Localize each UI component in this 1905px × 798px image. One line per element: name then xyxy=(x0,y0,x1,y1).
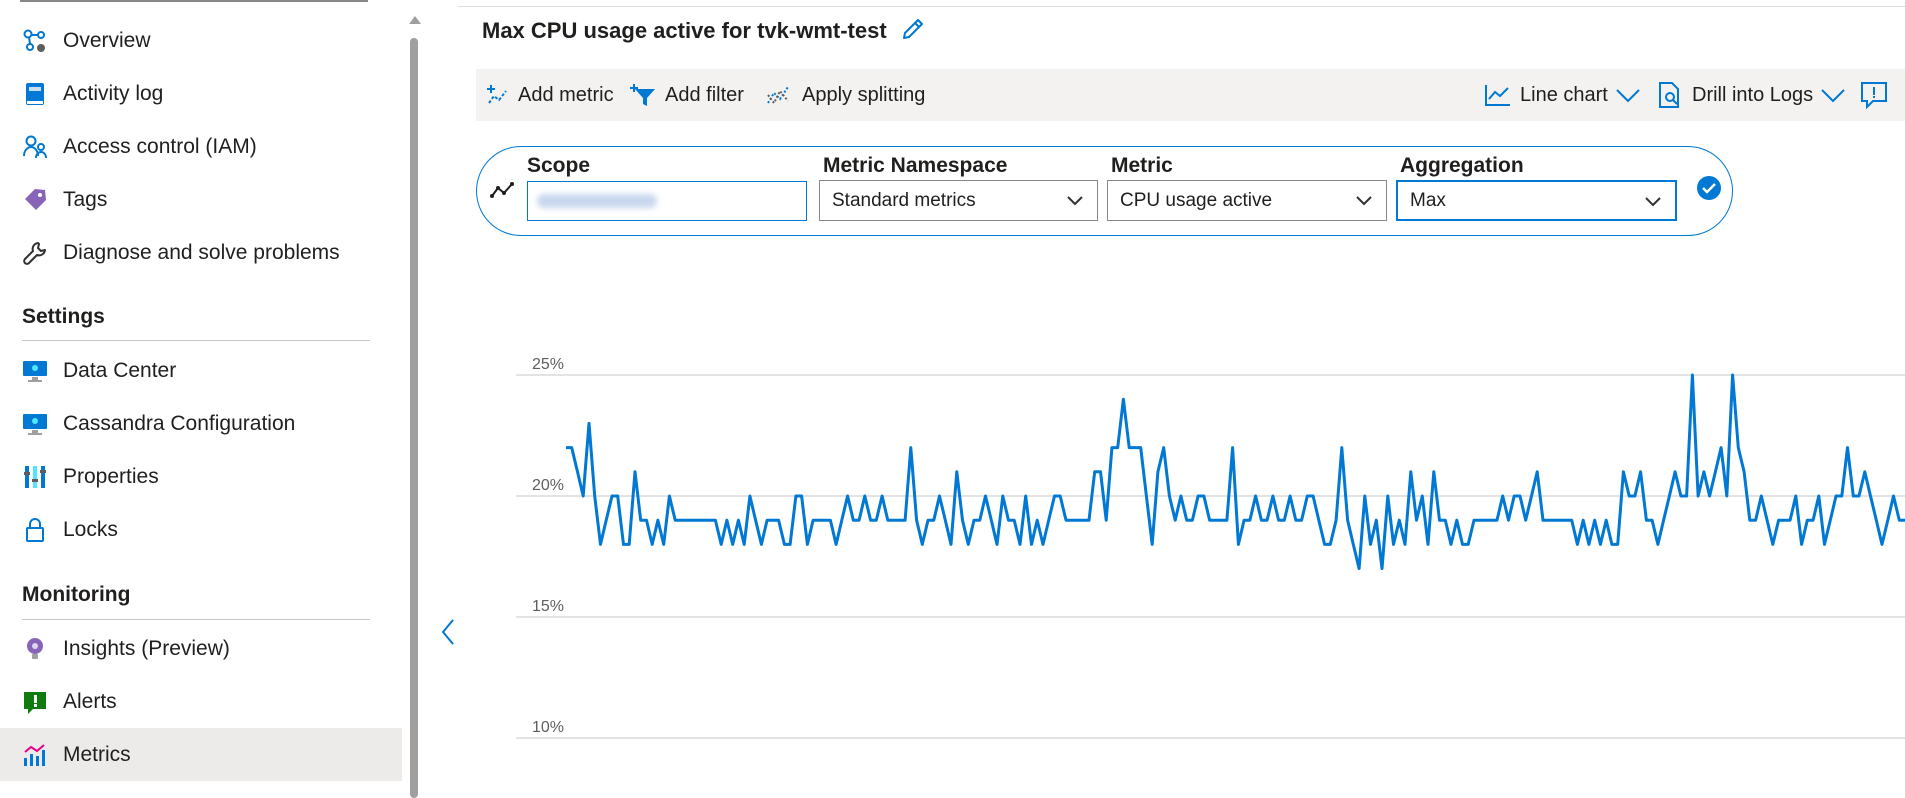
nav-item-label: Metrics xyxy=(63,742,131,766)
drill-into-logs-dropdown[interactable]: Drill into Logs xyxy=(1656,69,1847,121)
nav-item-data-center[interactable]: Data Center xyxy=(0,344,402,397)
nav-item-label: Alerts xyxy=(63,689,117,713)
feedback-icon xyxy=(1861,82,1887,110)
nav-item-properties[interactable]: Properties xyxy=(0,450,402,503)
nav-item-diagnose[interactable]: Diagnose and solve problems xyxy=(0,226,402,279)
y-tick-label: 10% xyxy=(532,719,564,736)
chevron-left-icon xyxy=(441,619,454,645)
aggregation-value: Max xyxy=(1410,189,1446,211)
collapse-sidebar-button[interactable] xyxy=(436,614,462,650)
aggregation-label: Aggregation xyxy=(1400,154,1524,177)
activity-log-icon xyxy=(22,81,48,107)
chevron-down-icon xyxy=(1356,196,1372,206)
main-top-divider xyxy=(458,6,1905,7)
add-metric-icon xyxy=(487,85,507,104)
metrics-icon xyxy=(22,742,48,768)
apply-splitting-button[interactable]: Apply splitting xyxy=(766,69,925,121)
nav-item-metrics[interactable]: Metrics xyxy=(0,728,402,781)
nav-item-overview[interactable]: Overview xyxy=(0,14,402,67)
resource-menu: Overview Activity log Access control (IA… xyxy=(0,0,410,792)
chart-title: Max CPU usage active for tvk-wmt-test xyxy=(482,18,887,43)
nav-item-label: Activity log xyxy=(63,81,164,105)
line-chart-icon xyxy=(1485,85,1510,106)
settings-section-title: Settings xyxy=(22,305,105,328)
metric-label: Metric xyxy=(1111,154,1173,177)
nav-item-label: Diagnose and solve problems xyxy=(63,240,340,264)
apply-splitting-label: Apply splitting xyxy=(802,83,926,106)
metric-namespace-label: Metric Namespace xyxy=(823,154,1008,177)
settings-divider xyxy=(22,340,370,341)
nav-item-cassandra-configuration[interactable]: Cassandra Configuration xyxy=(0,397,402,450)
scroll-thumb[interactable] xyxy=(410,38,418,798)
nav-item-activity-log[interactable]: Activity log xyxy=(0,67,402,120)
nav-item-label: Properties xyxy=(63,464,159,488)
chevron-down-icon xyxy=(1821,89,1845,103)
chart-toolbar: Add metric Add filter Apply splitting Li… xyxy=(476,69,1905,121)
series-line[interactable] xyxy=(566,373,1905,571)
scroll-up-arrow-icon[interactable] xyxy=(409,16,421,24)
add-metric-button[interactable]: Add metric xyxy=(486,69,614,121)
metric-namespace-dropdown[interactable]: Standard metrics xyxy=(819,180,1098,221)
nav-item-label: Tags xyxy=(63,187,108,211)
chevron-down-icon xyxy=(1067,196,1083,206)
metric-dropdown[interactable]: CPU usage active xyxy=(1107,180,1387,221)
metric-value: CPU usage active xyxy=(1120,189,1273,211)
add-metric-label: Add metric xyxy=(518,83,614,106)
add-filter-button[interactable]: Add filter xyxy=(629,69,744,121)
overview-icon xyxy=(22,28,48,54)
nav-item-locks[interactable]: Locks xyxy=(0,503,402,556)
confirm-metric-button[interactable] xyxy=(1697,176,1721,200)
lightbulb-icon xyxy=(22,636,48,662)
nav-item-insights[interactable]: Insights (Preview) xyxy=(0,622,402,675)
checkmark-icon xyxy=(1702,183,1716,194)
metric-namespace-value: Standard metrics xyxy=(832,189,976,211)
y-tick-label: 15% xyxy=(532,598,564,615)
chevron-down-icon xyxy=(1645,197,1661,207)
edit-title-icon[interactable] xyxy=(898,14,928,44)
nav-item-alerts[interactable]: Alerts xyxy=(0,675,402,728)
monitor-icon xyxy=(22,358,48,384)
sidebar-scrollbar[interactable] xyxy=(408,0,421,798)
add-filter-label: Add filter xyxy=(665,83,744,106)
nav-item-label: Cassandra Configuration xyxy=(63,411,296,435)
access-control-icon xyxy=(22,134,48,160)
aggregation-dropdown[interactable]: Max xyxy=(1396,180,1677,221)
alert-icon xyxy=(22,689,48,715)
logs-icon xyxy=(1659,82,1679,108)
properties-icon xyxy=(22,464,48,490)
tag-icon xyxy=(22,187,48,213)
nav-item-label: Access control (IAM) xyxy=(63,134,257,158)
monitoring-section-title: Monitoring xyxy=(22,583,131,606)
line-chart-label: Line chart xyxy=(1520,83,1608,106)
metric-line-icon xyxy=(490,180,516,202)
nav-item-label: Overview xyxy=(63,28,151,52)
nav-item-label: Locks xyxy=(63,517,118,541)
wrench-icon xyxy=(22,240,48,266)
metric-line-chart[interactable]: 25% 20% 15% 10% xyxy=(514,340,1905,792)
splitting-icon xyxy=(767,86,789,105)
line-chart-dropdown[interactable]: Line chart xyxy=(1484,69,1642,121)
y-tick-label: 25% xyxy=(532,356,564,373)
nav-item-access-control[interactable]: Access control (IAM) xyxy=(0,120,402,173)
scope-label: Scope xyxy=(527,154,591,177)
nav-item-label: Data Center xyxy=(63,358,177,382)
lock-icon xyxy=(22,517,48,543)
y-tick-label: 20% xyxy=(532,477,564,494)
scope-redacted-value xyxy=(537,194,657,208)
menu-top-divider xyxy=(20,0,368,2)
nav-item-label: Insights (Preview) xyxy=(63,636,230,660)
nav-item-tags[interactable]: Tags xyxy=(0,173,402,226)
drill-into-logs-label: Drill into Logs xyxy=(1692,83,1814,106)
filter-icon xyxy=(630,84,655,106)
feedback-button[interactable] xyxy=(1859,69,1889,121)
monitoring-divider xyxy=(22,619,370,620)
monitor-icon xyxy=(22,411,48,437)
chevron-down-icon xyxy=(1616,89,1640,103)
